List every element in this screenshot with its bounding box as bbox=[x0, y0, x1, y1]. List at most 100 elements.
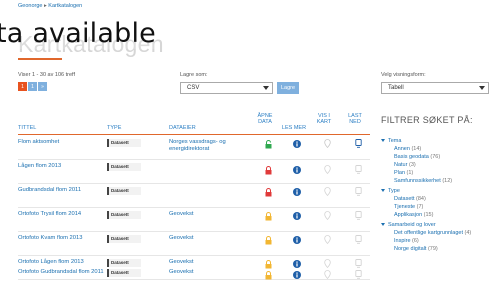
filter-item[interactable]: Datasett (84) bbox=[381, 195, 471, 203]
type-badge: Datasett bbox=[107, 269, 141, 277]
filter-group-label: Tema bbox=[388, 138, 402, 144]
dataset-title-link[interactable]: Lågen flom 2013 bbox=[18, 163, 106, 170]
filter-item-label: Samfunnssikkerhet bbox=[394, 178, 441, 184]
type-badge: Datasett bbox=[107, 187, 141, 195]
filter-group-theme[interactable]: Tema bbox=[381, 137, 471, 145]
data-owner-link[interactable]: Geovekst bbox=[169, 259, 249, 266]
filter-item-count: (1) bbox=[406, 170, 414, 176]
info-icon[interactable] bbox=[293, 236, 301, 244]
dataset-title-link[interactable]: Ortofoto Lågen flom 2013 bbox=[18, 259, 106, 266]
overlay-message: ta available bbox=[0, 18, 156, 49]
map-pin-icon[interactable] bbox=[324, 187, 331, 196]
column-header-title[interactable]: TITTEL bbox=[18, 125, 36, 131]
filter-item-label: Plan bbox=[394, 170, 406, 176]
filter-item-count: (79) bbox=[427, 246, 438, 252]
map-pin-icon[interactable] bbox=[324, 165, 331, 174]
map-pin-icon[interactable] bbox=[324, 235, 331, 244]
filter-item-label: Basis geodata bbox=[394, 154, 429, 160]
data-owner-link[interactable]: Geovekst bbox=[169, 235, 249, 242]
open-lock-icon bbox=[265, 140, 272, 149]
result-count: Viser 1 - 30 av 106 treff bbox=[18, 72, 75, 78]
save-format-value: CSV bbox=[187, 85, 200, 91]
dataset-title-link[interactable]: Ortofoto Gudbrandsdal flom 2011 bbox=[18, 269, 106, 276]
restricted-lock-icon bbox=[265, 271, 272, 280]
closed-lock-icon bbox=[265, 188, 272, 197]
filter-item-count: (14) bbox=[411, 146, 422, 152]
filter-item-label: Applikasjon bbox=[394, 212, 423, 218]
info-icon[interactable] bbox=[293, 166, 301, 174]
table-row: Ortofoto Trysil flom 2014 Datasett Geove… bbox=[18, 208, 370, 232]
save-format-select[interactable]: CSV bbox=[180, 82, 273, 94]
column-header-owner[interactable]: DATAEIER bbox=[169, 125, 196, 131]
column-header-show-in-map: VIS I KART bbox=[316, 113, 332, 125]
filter-item-label: Det offentlige kartgrunnlaget bbox=[394, 230, 463, 236]
pager: 1 1 » bbox=[18, 82, 47, 91]
filter-item-label: Natur bbox=[394, 162, 408, 168]
filter-item[interactable]: Natur (3) bbox=[381, 161, 471, 169]
filter-item[interactable]: Plan (1) bbox=[381, 169, 471, 177]
filter-item-label: Inspire bbox=[394, 238, 411, 244]
chevron-down-icon bbox=[263, 86, 269, 90]
column-header-open-data[interactable]: ÅPNE DATA bbox=[254, 113, 276, 125]
filter-item[interactable]: Norge digitalt (79) bbox=[381, 245, 471, 253]
filter-item-label: Tjeneste bbox=[394, 204, 416, 210]
data-owner-link[interactable]: Norges vassdrags- og energidirektorat bbox=[169, 139, 249, 153]
type-badge: Datasett bbox=[107, 235, 141, 243]
column-header-type[interactable]: TYPE bbox=[107, 125, 121, 131]
column-header-read-more: LES MER bbox=[281, 125, 307, 131]
closed-lock-icon bbox=[265, 166, 272, 175]
table-row: Gudbrandsdal flom 2011 Datasett bbox=[18, 184, 370, 208]
info-icon[interactable] bbox=[293, 212, 301, 220]
info-icon[interactable] bbox=[293, 140, 301, 148]
view-mode-label: Velg visningsform: bbox=[381, 72, 426, 78]
dataset-title-link[interactable]: Gudbrandsdal flom 2011 bbox=[18, 187, 106, 194]
filter-item-label: Norge digitalt bbox=[394, 246, 427, 252]
map-pin-icon[interactable] bbox=[324, 139, 331, 148]
filter-group-cooperation[interactable]: Samarbeid og lover bbox=[381, 221, 471, 229]
map-pin-icon[interactable] bbox=[324, 211, 331, 220]
filter-item-count: (4) bbox=[464, 230, 472, 236]
filter-item[interactable]: Applikasjon (15) bbox=[381, 211, 471, 219]
type-badge: Datasett bbox=[107, 163, 141, 171]
filter-item[interactable]: Tjeneste (7) bbox=[381, 203, 471, 211]
type-badge: Datasett bbox=[107, 259, 141, 267]
filter-item-count: (15) bbox=[423, 212, 434, 218]
view-mode-value: Tabell bbox=[388, 85, 404, 91]
filter-item-label: Datasett bbox=[394, 196, 415, 202]
data-owner-link[interactable]: Geovekst bbox=[169, 269, 249, 276]
filter-item[interactable]: Inspire (6) bbox=[381, 237, 471, 245]
download-icon[interactable] bbox=[355, 211, 362, 220]
download-icon[interactable] bbox=[355, 270, 362, 279]
data-owner-link[interactable]: Geovekst bbox=[169, 211, 249, 218]
dataset-title-link[interactable]: Flom aktsomhet bbox=[18, 139, 106, 146]
filter-item[interactable]: Det offentlige kartgrunnlaget (4) bbox=[381, 229, 471, 237]
filter-group-type[interactable]: Type bbox=[381, 187, 471, 195]
map-pin-icon[interactable] bbox=[324, 270, 331, 279]
filter-item-count: (7) bbox=[416, 204, 424, 210]
download-icon[interactable] bbox=[355, 235, 362, 244]
filter-group-label: Type bbox=[388, 188, 400, 194]
info-icon[interactable] bbox=[293, 271, 301, 279]
filter-item[interactable]: Annen (14) bbox=[381, 145, 471, 153]
download-icon[interactable] bbox=[355, 139, 362, 148]
restricted-lock-icon bbox=[265, 212, 272, 221]
filter-item-label: Annen bbox=[394, 146, 410, 152]
dataset-title-link[interactable]: Ortofoto Kvam flom 2013 bbox=[18, 235, 106, 242]
filter-item[interactable]: Samfunnssikkerhet (12) bbox=[381, 177, 471, 185]
dataset-title-link[interactable]: Ortofoto Trysil flom 2014 bbox=[18, 211, 106, 218]
save-button[interactable]: Lagre bbox=[277, 82, 299, 94]
pager-last[interactable]: » bbox=[38, 82, 47, 91]
filter-group-label: Samarbeid og lover bbox=[388, 222, 436, 228]
filter-item[interactable]: Basis geodata (76) bbox=[381, 153, 471, 161]
view-mode-select[interactable]: Tabell bbox=[381, 82, 489, 94]
download-icon[interactable] bbox=[355, 165, 362, 174]
filter-heading: FILTRER SØKET PÅ: bbox=[381, 115, 473, 125]
pager-page-1[interactable]: 1 bbox=[18, 82, 27, 91]
table-header-rule bbox=[18, 134, 370, 135]
chevron-down-icon bbox=[479, 86, 485, 90]
info-icon[interactable] bbox=[293, 188, 301, 196]
filter-item-count: (3) bbox=[408, 162, 416, 168]
download-icon[interactable] bbox=[355, 187, 362, 196]
save-as-label: Lagre som: bbox=[180, 72, 208, 78]
pager-next[interactable]: 1 bbox=[28, 82, 37, 91]
